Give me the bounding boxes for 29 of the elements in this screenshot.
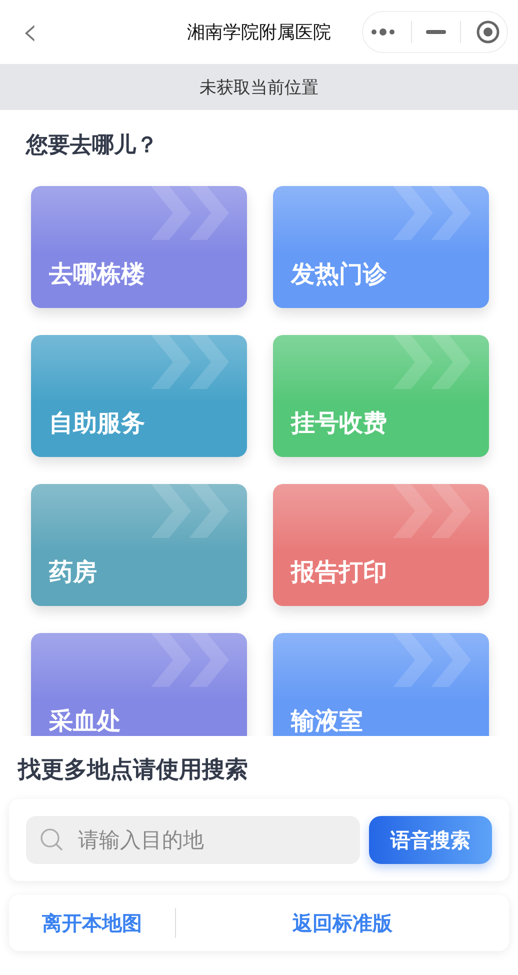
search-field[interactable]: 请输入目的地 [26, 816, 360, 864]
destination-card[interactable]: 自助服务 [31, 335, 247, 457]
chevrons-icon [393, 186, 473, 240]
destination-card[interactable]: 报告打印 [273, 484, 489, 606]
leave-map-link[interactable]: 离开本地图 [42, 910, 142, 936]
destination-card[interactable]: 去哪栋楼 [31, 186, 247, 308]
search-heading: 找更多地点请使用搜索 [18, 757, 248, 783]
destination-card[interactable]: 药房 [31, 484, 247, 606]
back-button[interactable]: ‹ [22, 12, 38, 52]
chevrons-icon [151, 484, 231, 538]
chevrons-icon [151, 186, 231, 240]
section-heading: 您要去哪儿？ [26, 133, 158, 158]
more-icon[interactable] [370, 27, 396, 37]
chevrons-icon [393, 633, 473, 687]
search-icon [40, 828, 64, 852]
minimize-icon[interactable] [426, 30, 446, 34]
chevrons-icon [151, 335, 231, 389]
voice-search-button[interactable]: 语音搜索 [369, 816, 492, 864]
chevrons-icon [151, 633, 231, 687]
chevrons-icon [393, 484, 473, 538]
standard-version-link[interactable]: 返回标准版 [292, 910, 392, 936]
close-icon[interactable] [476, 20, 500, 44]
chevrons-icon [393, 335, 473, 389]
location-banner: 未获取当前位置 [0, 64, 518, 110]
destination-card[interactable]: 输液室 [273, 633, 489, 736]
page-title: 湘南学院附属医院 [187, 21, 331, 44]
destination-card[interactable]: 采血处 [31, 633, 247, 736]
destination-card[interactable]: 挂号收费 [273, 335, 489, 457]
destination-card[interactable]: 发热门诊 [273, 186, 489, 308]
